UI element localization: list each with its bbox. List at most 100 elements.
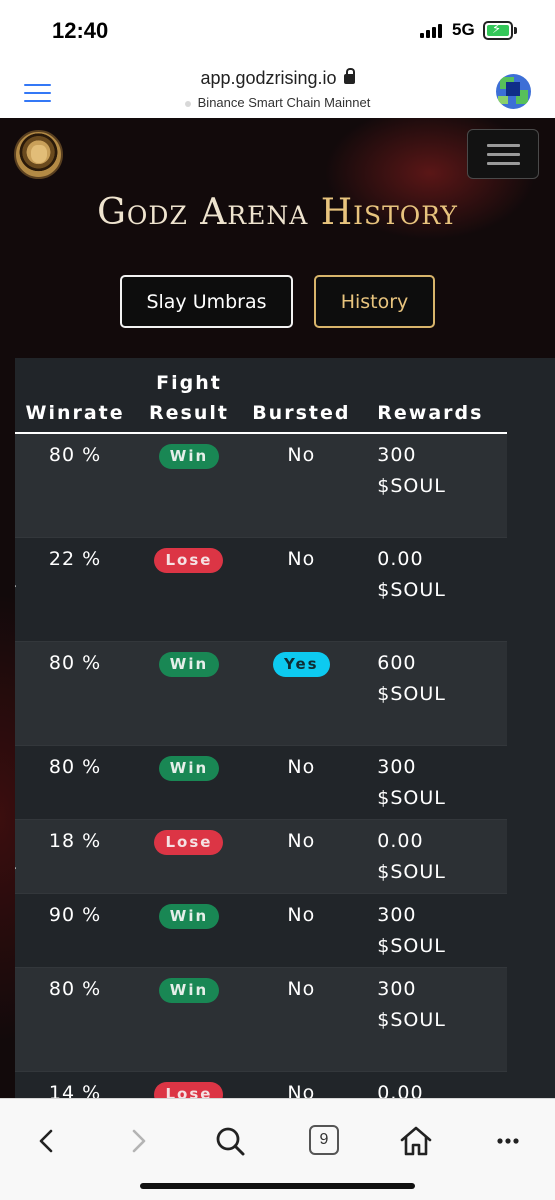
back-button[interactable] [27, 1121, 67, 1161]
more-dots-icon [497, 1138, 519, 1144]
history-button[interactable]: History [314, 275, 435, 328]
lose-badge: Lose [154, 1081, 224, 1098]
lose-badge: Lose [154, 829, 224, 855]
table-header-row: n Winrate Fight Result Bursted Rewards [15, 358, 507, 434]
account-avatar[interactable] [496, 74, 531, 109]
header-fight-line2: Result [149, 402, 229, 424]
tab-count: 9 [309, 1125, 339, 1155]
cell-fight-result: Lose [133, 818, 245, 893]
app-content: Godz Arena History Slay Umbras History n… [0, 118, 555, 1098]
forward-button[interactable] [118, 1121, 158, 1161]
cell-name-partial: r [15, 818, 17, 893]
table-row: 14 % Lose No 0.00 [15, 1070, 507, 1099]
cell-bursted: Yes [244, 640, 359, 745]
chain-name: Binance Smart Chain Mainnet [197, 95, 371, 110]
battery-charging-icon: ⚡ [483, 21, 517, 40]
name-tail-text: g [15, 679, 17, 710]
name-tail-text: r [15, 575, 17, 606]
history-table-container[interactable]: n Winrate Fight Result Bursted Rewards g… [15, 358, 555, 1098]
tabs-button[interactable]: 9 [304, 1121, 344, 1161]
reward-amount: 600 [377, 651, 417, 674]
cell-fight-result: Win [133, 892, 245, 967]
reward-amount: 0.00 [377, 829, 424, 852]
cell-bursted: No [244, 818, 359, 893]
win-badge: Win [158, 977, 220, 1003]
cell-name-partial: g [15, 744, 17, 819]
win-badge: Win [158, 651, 220, 677]
table-row: r18 % Lose No 0.00 $SOUL [15, 818, 507, 893]
cell-winrate: 80 % [16, 432, 134, 537]
history-table: n Winrate Fight Result Bursted Rewards g… [15, 358, 507, 1098]
header-rewards: Rewards [358, 358, 507, 434]
name-tail-text: g [15, 931, 17, 962]
cell-rewards: 300 $SOUL [358, 966, 507, 1071]
forward-arrow-icon [132, 1129, 146, 1153]
status-time: 12:40 [52, 18, 109, 43]
name-tail-text: g [15, 471, 17, 502]
table-row: g80 % Win No 300 $SOUL [15, 966, 507, 1071]
header-fight-result: Fight Result [133, 358, 245, 434]
cell-rewards: 0.00 [358, 1070, 507, 1099]
cell-fight-result: Lose [133, 536, 245, 641]
reward-token: $SOUL [377, 578, 446, 601]
cell-rewards: 300 $SOUL [358, 892, 507, 967]
reward-amount: 0.00 [377, 547, 424, 570]
chain-network-label: Binance Smart Chain Mainnet [0, 95, 555, 110]
cell-rewards: 0.00 $SOUL [358, 818, 507, 893]
home-indicator[interactable] [140, 1183, 415, 1189]
cell-rewards: 600 $SOUL [358, 640, 507, 745]
network-status-dot [184, 100, 191, 107]
bursted-yes-badge: Yes [273, 651, 330, 677]
home-button[interactable] [396, 1121, 436, 1161]
cell-winrate: 90 % [16, 892, 134, 967]
back-arrow-icon [39, 1129, 53, 1153]
reward-token: $SOUL [377, 1008, 446, 1031]
cell-rewards: 0.00 $SOUL [358, 536, 507, 641]
win-badge: Win [158, 444, 220, 469]
page-title-accent: History [320, 192, 458, 233]
name-tail-text: g [15, 783, 17, 814]
cell-bursted: No [244, 966, 359, 1071]
status-bar: 12:40 5G ⚡ [0, 0, 555, 62]
cell-rewards: 300 $SOUL [358, 432, 507, 537]
header-bursted: Bursted [244, 358, 359, 434]
network-type: 5G [452, 20, 475, 39]
cell-winrate: 18 % [16, 818, 134, 893]
address-display[interactable]: app.godzrising.io [0, 68, 555, 89]
reward-amount: 300 [377, 755, 417, 778]
cell-fight-result: Lose [133, 1070, 245, 1098]
cell-rewards: 300 $SOUL [358, 744, 507, 819]
cell-fight-result: Win [133, 744, 245, 819]
godz-logo[interactable] [14, 130, 63, 179]
more-options-button[interactable] [488, 1121, 528, 1161]
cell-bursted: No [244, 744, 359, 819]
name-tail-text: g [15, 1005, 17, 1036]
cell-winrate: 80 % [16, 640, 134, 745]
cell-fight-result: Win [133, 432, 245, 537]
cell-fight-result: Win [133, 966, 245, 1071]
cell-bursted: No [244, 432, 359, 537]
table-row: g80 % Win Yes 600 $SOUL [15, 640, 507, 745]
reward-amount: 0.00 [377, 1081, 424, 1099]
reward-token: $SOUL [377, 786, 446, 809]
cell-bursted: No [244, 892, 359, 967]
page-title-main: Godz Arena [97, 192, 309, 233]
reward-token: $SOUL [377, 475, 446, 497]
cell-winrate: 22 % [16, 536, 134, 641]
cell-name-partial: g [15, 892, 17, 967]
table-row: g80 % Win No 300 $SOUL [15, 432, 507, 537]
browser-address-bar: app.godzrising.io Binance Smart Chain Ma… [0, 62, 555, 118]
url-text: app.godzrising.io [200, 68, 337, 88]
lock-icon [343, 68, 355, 84]
win-badge: Win [158, 903, 220, 929]
reward-token: $SOUL [377, 860, 446, 883]
cell-bursted: No [244, 536, 359, 641]
table-row: r22 % Lose No 0.00 $SOUL [15, 536, 507, 641]
reward-amount: 300 [377, 903, 417, 926]
signal-strength-icon [420, 24, 442, 38]
slay-umbras-button[interactable]: Slay Umbras [120, 275, 293, 328]
cell-winrate: 80 % [16, 966, 134, 1071]
cell-fight-result: Win [133, 640, 245, 745]
search-button[interactable] [210, 1121, 250, 1161]
nav-menu-toggle[interactable] [467, 129, 539, 179]
